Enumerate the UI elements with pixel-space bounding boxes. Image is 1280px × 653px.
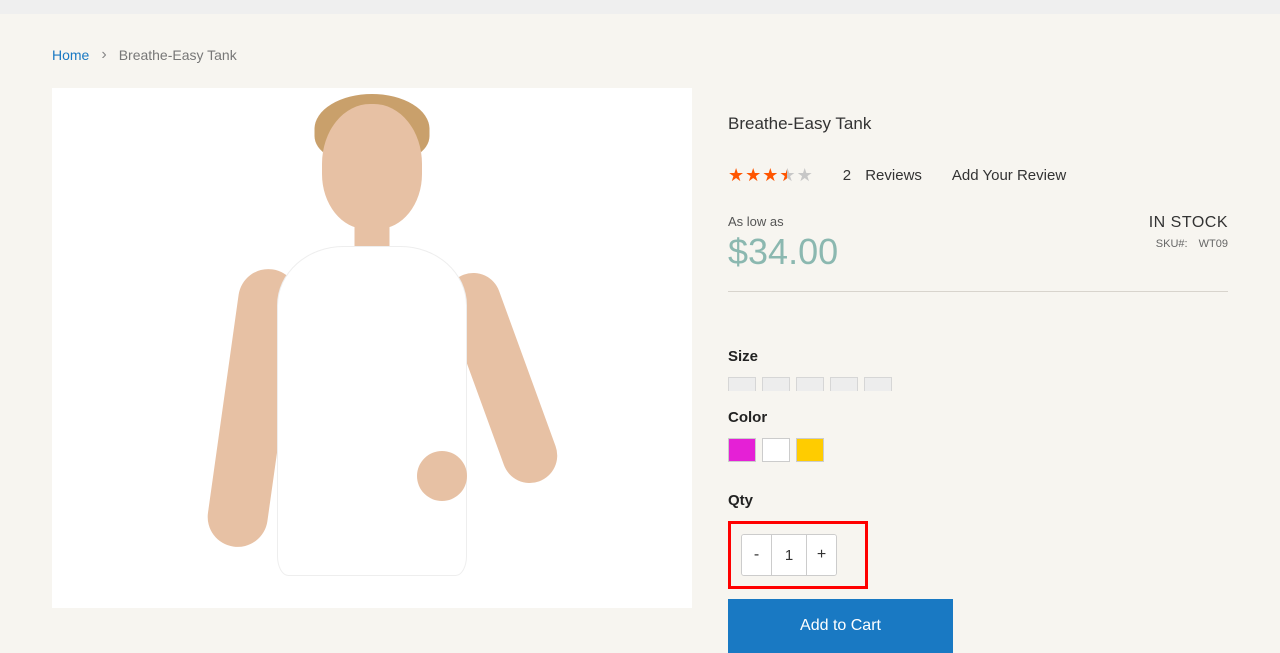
price-stock-row: As low as $34.00 IN STOCK SKU#: WT09 bbox=[728, 214, 1228, 292]
stock-column: IN STOCK SKU#: WT09 bbox=[1149, 214, 1228, 250]
reviews-label: Reviews bbox=[865, 167, 922, 184]
product-info: Breathe-Easy Tank ★ ★ ★ ★ ★ 2 Reviews Ad… bbox=[728, 88, 1228, 653]
product-title: Breathe-Easy Tank bbox=[728, 114, 1228, 134]
as-low-as-label: As low as bbox=[728, 214, 838, 229]
model-figure bbox=[207, 96, 537, 596]
qty-input[interactable] bbox=[772, 535, 806, 575]
star-icon: ★ bbox=[728, 166, 744, 184]
size-swatch-s[interactable]: S bbox=[762, 377, 790, 391]
size-swatch-l[interactable]: L bbox=[830, 377, 858, 391]
star-empty-icon: ★ bbox=[797, 166, 813, 184]
color-swatch-purple[interactable] bbox=[728, 438, 756, 462]
qty-increment-button[interactable]: + bbox=[806, 535, 836, 575]
size-label: Size bbox=[728, 348, 1228, 365]
add-review-link[interactable]: Add Your Review bbox=[952, 167, 1066, 184]
page-container: Home › Breathe-Easy Tank Breathe-Easy Ta… bbox=[0, 14, 1280, 653]
color-swatch-white[interactable] bbox=[762, 438, 790, 462]
qty-label: Qty bbox=[728, 492, 1228, 509]
sku-label: SKU#: bbox=[1156, 238, 1188, 250]
product-content: Breathe-Easy Tank ★ ★ ★ ★ ★ 2 Reviews Ad… bbox=[52, 88, 1228, 653]
qty-decrement-button[interactable]: - bbox=[742, 535, 772, 575]
color-swatch-yellow[interactable] bbox=[796, 438, 824, 462]
sku-value: WT09 bbox=[1199, 238, 1228, 250]
star-rating: ★ ★ ★ ★ ★ bbox=[728, 166, 813, 184]
breadcrumb-home-link[interactable]: Home bbox=[52, 47, 89, 63]
star-icon: ★ bbox=[745, 166, 761, 184]
qty-highlight-box: - + bbox=[728, 521, 868, 589]
stock-status: IN STOCK bbox=[1149, 214, 1228, 232]
star-icon: ★ bbox=[762, 166, 778, 184]
top-band bbox=[0, 0, 1280, 14]
size-swatches: XS S M L XL bbox=[728, 377, 1228, 391]
star-half-icon: ★ bbox=[779, 166, 795, 184]
chevron-right-icon: › bbox=[101, 46, 106, 64]
reviews-link[interactable]: 2 Reviews bbox=[843, 167, 922, 184]
size-swatch-m[interactable]: M bbox=[796, 377, 824, 391]
qty-section: Qty - + bbox=[728, 492, 1228, 589]
price-column: As low as $34.00 bbox=[728, 214, 838, 273]
breadcrumb-current: Breathe-Easy Tank bbox=[119, 47, 237, 63]
product-price: $34.00 bbox=[728, 231, 838, 273]
size-swatch-xl[interactable]: XL bbox=[864, 377, 892, 391]
breadcrumb: Home › Breathe-Easy Tank bbox=[52, 14, 1228, 88]
reviews-count: 2 bbox=[843, 167, 851, 184]
color-section: Color bbox=[728, 409, 1228, 462]
rating-row: ★ ★ ★ ★ ★ 2 Reviews Add Your Review bbox=[728, 166, 1228, 184]
color-swatches bbox=[728, 438, 1228, 462]
quantity-stepper: - + bbox=[741, 534, 837, 576]
options: Size XS S M L XL Color bbox=[728, 348, 1228, 653]
color-label: Color bbox=[728, 409, 1228, 426]
add-to-cart-button[interactable]: Add to Cart bbox=[728, 599, 953, 653]
product-image[interactable] bbox=[52, 88, 692, 608]
size-swatch-xs[interactable]: XS bbox=[728, 377, 756, 391]
sku-line: SKU#: WT09 bbox=[1149, 238, 1228, 250]
